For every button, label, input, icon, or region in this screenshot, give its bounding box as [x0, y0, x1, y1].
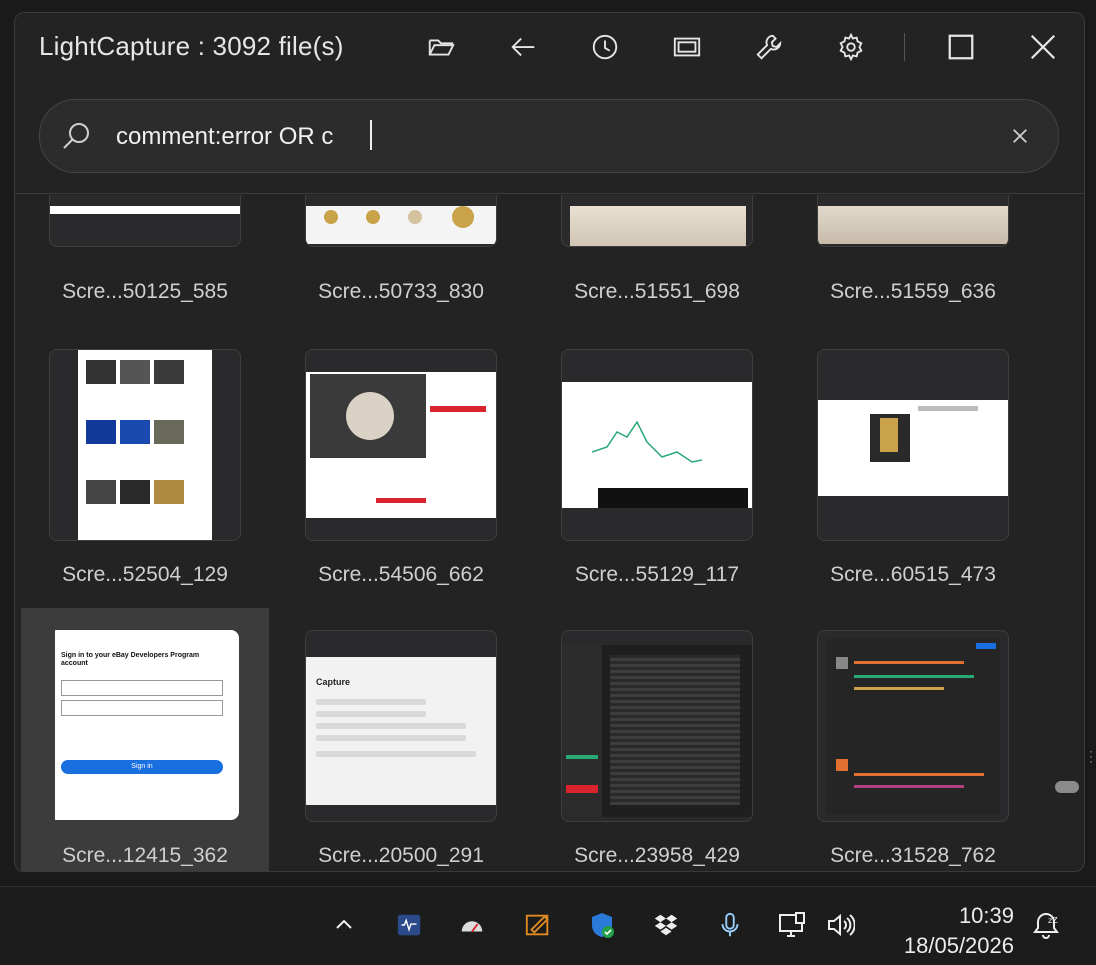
thumbnail-image — [49, 349, 241, 541]
thumb-heading: Capture — [316, 677, 351, 687]
notification-icon[interactable]: zZ — [1028, 907, 1064, 943]
close-icon[interactable] — [1023, 27, 1063, 67]
history-clock-icon[interactable] — [585, 27, 625, 67]
thumbnail-image — [49, 195, 241, 247]
voice-recorder-icon[interactable] — [391, 907, 427, 943]
folder-open-icon[interactable] — [421, 27, 461, 67]
thumbnail-caption: Scre...51551_698 — [574, 280, 740, 303]
thumb-button: Sign in — [61, 760, 223, 774]
thumbnail-caption: Scre...52504_129 — [62, 563, 228, 586]
thumbnail-item[interactable]: Scre...50125_585 — [21, 195, 269, 325]
app-window: LightCapture : 3092 file(s) comment:erro… — [14, 12, 1085, 872]
thumbnail-grid: Scre...50125_585 Scre...50733_830 Scre..… — [15, 195, 1084, 871]
thumbnail-caption: Scre...23958_429 — [574, 844, 740, 867]
text-caret — [370, 120, 372, 150]
clock-date: 18/05/2026 — [903, 933, 1014, 958]
system-clock[interactable]: 10:39 18/05/2026 — [904, 901, 1014, 961]
thumbnail-image: Capture — [305, 630, 497, 822]
search-box[interactable] — [39, 99, 1059, 173]
thumbnail-item[interactable]: Scre...54506_662 — [277, 325, 525, 608]
thumbnail-item[interactable]: Scre...31528_762 — [789, 608, 1037, 871]
thumbnail-image — [305, 349, 497, 541]
thumbnail-item[interactable]: Scre...23958_429 — [533, 608, 781, 871]
chevron-up-icon[interactable] — [326, 907, 362, 943]
scrollbar-thumb[interactable] — [1055, 781, 1079, 793]
thumbnail-caption: Scre...50125_585 — [62, 280, 228, 303]
thumbnail-item[interactable]: Scre...51559_636 — [789, 195, 1037, 325]
thumbnail-item[interactable]: Scre...52504_129 — [21, 325, 269, 608]
thumbnail-item-selected[interactable]: Sign in to your eBay Developers Program … — [21, 608, 269, 871]
clear-search-button[interactable] — [1006, 122, 1034, 150]
toolbar-divider — [904, 33, 905, 61]
thumbnail-image — [817, 630, 1009, 822]
thumbnail-image — [561, 195, 753, 247]
thumbnail-image — [817, 349, 1009, 541]
taskbar: 10:39 18/05/2026 zZ — [0, 886, 1096, 965]
window-frame-icon[interactable] — [667, 27, 707, 67]
speedometer-icon[interactable] — [454, 907, 490, 943]
image-edit-icon[interactable] — [520, 907, 556, 943]
thumbnail-item[interactable]: Scre...50733_830 — [277, 195, 525, 325]
close-icon — [1013, 129, 1027, 143]
window-title: LightCapture : 3092 file(s) — [39, 31, 344, 61]
thumbnail-caption: Scre...55129_117 — [574, 563, 740, 586]
network-icon[interactable] — [774, 907, 810, 943]
thumbnail-item[interactable]: Scre...60515_473 — [789, 325, 1037, 608]
overflow-dots: ⋮ — [1084, 748, 1096, 764]
search-icon — [63, 123, 89, 149]
gear-icon[interactable] — [831, 27, 871, 67]
dropbox-icon[interactable] — [648, 907, 684, 943]
thumbnail-caption: Scre...31528_762 — [830, 844, 996, 867]
thumbnail-caption: Scre...20500_291 — [318, 844, 484, 867]
microphone-icon[interactable] — [712, 907, 748, 943]
thumbnail-item[interactable]: Scre...55129_117 — [533, 325, 781, 608]
thumbnail-caption: Scre...12415_362 — [62, 844, 228, 867]
thumbnail-image — [305, 195, 497, 247]
thumbnail-caption: Scre...60515_473 — [830, 563, 996, 586]
thumbnail-caption: Scre...51559_636 — [830, 280, 996, 303]
wrench-icon[interactable] — [749, 27, 789, 67]
search-input[interactable] — [114, 116, 978, 158]
svg-text:zZ: zZ — [1048, 916, 1058, 925]
search-area — [15, 81, 1084, 194]
thumbnail-image — [561, 349, 753, 541]
thumbnail-caption: Scre...54506_662 — [318, 563, 484, 586]
thumbnail-caption: Scre...50733_830 — [318, 280, 484, 303]
back-arrow-icon[interactable] — [503, 27, 543, 67]
thumbnail-item[interactable]: Scre...51551_698 — [533, 195, 781, 325]
thumbnail-item[interactable]: Capture Scre...20500_291 — [277, 608, 525, 871]
thumbnail-image: Sign in to your eBay Developers Program … — [49, 630, 239, 820]
thumbnail-image — [561, 630, 753, 822]
thumbnail-image — [817, 195, 1009, 247]
volume-icon[interactable] — [822, 907, 858, 943]
security-shield-icon[interactable] — [584, 907, 620, 943]
title-bar: LightCapture : 3092 file(s) — [15, 13, 1084, 81]
clock-time: 10:39 — [958, 903, 1014, 928]
maximize-icon[interactable] — [941, 27, 981, 67]
thumb-heading: Sign in to your eBay Developers Program … — [61, 652, 200, 667]
